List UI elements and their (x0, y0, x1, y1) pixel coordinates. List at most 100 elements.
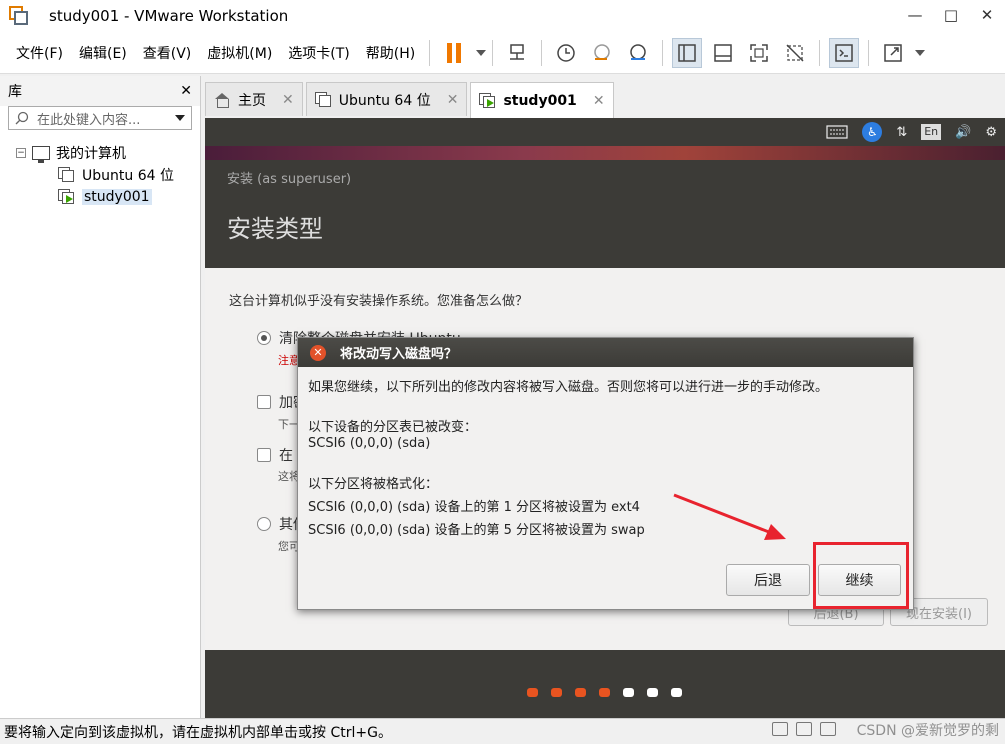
collapse-toggle[interactable]: − (16, 148, 26, 158)
checkbox-lvm[interactable] (257, 448, 271, 462)
language-indicator[interactable]: En (921, 124, 942, 140)
tab-study001-close-button[interactable]: ✕ (593, 93, 605, 109)
progress-dot-done (527, 688, 538, 697)
menu-tabs[interactable]: 选项卡(T) (280, 43, 357, 63)
chevron-down-icon[interactable] (915, 49, 926, 56)
partition-table-heading: 以下设备的分区表已被改变： (308, 420, 478, 435)
network-icon[interactable]: ⇅ (896, 125, 907, 140)
console-view-button[interactable] (829, 37, 860, 68)
settings-gear-icon[interactable]: ⚙ (985, 125, 997, 140)
checkbox-encrypt[interactable] (257, 395, 271, 409)
dialog-title: 将改动写入磁盘吗？ (340, 347, 458, 362)
progress-dots (527, 688, 682, 697)
tab-home-close-button[interactable]: ✕ (282, 92, 294, 108)
red-arrow-annotation (673, 493, 786, 540)
menu-view[interactable]: 查看(V) (135, 43, 200, 63)
progress-dot-done (575, 688, 586, 697)
toolbar-separator (819, 39, 821, 66)
progress-dot-done (551, 688, 562, 697)
dialog-back-button[interactable]: 后退 (726, 564, 810, 596)
format-heading: 以下分区将被格式化： (308, 477, 439, 492)
unity-mode-button[interactable] (780, 38, 810, 68)
watermark: CSDN @爱新觉罗的剩 (856, 723, 999, 739)
stretch-view-button[interactable] (878, 38, 908, 68)
radio-something-else[interactable] (257, 517, 271, 531)
dialog-close-button[interactable]: ✕ (310, 344, 326, 361)
tree-item-study001[interactable]: study001 (0, 186, 200, 208)
vm-icon (314, 91, 333, 108)
tree-item-my-computer[interactable]: − 我的计算机 (0, 142, 200, 164)
library-title: 库 (8, 84, 22, 100)
install-question: 这台计算机似乎没有安装操作系统。您准备怎么做？ (229, 294, 529, 309)
title-bar: study001 - VMware Workstation — □ ✕ (0, 0, 1005, 32)
library-search-input[interactable]: 在此处键入内容... (8, 106, 192, 130)
ubuntu-accent-strip (205, 146, 1005, 160)
toolbar-separator (492, 39, 494, 66)
snapshot-manager-icon (630, 43, 646, 60)
partition-table-device: SCSI6 (0,0,0) (sda) (308, 436, 431, 451)
clock-icon (557, 43, 575, 62)
toolbar-separator (868, 39, 870, 66)
window-title: study001 - VMware Workstation (49, 7, 289, 25)
full-screen-button[interactable] (744, 38, 774, 68)
tab-ubuntu-label: Ubuntu 64 位 (338, 92, 431, 109)
toolbar-separator (541, 39, 543, 66)
installer-heading: 安装类型 (227, 215, 323, 243)
menu-vm[interactable]: 虚拟机(M) (199, 43, 280, 63)
bottom-panel-icon (714, 43, 732, 62)
chevron-down-icon[interactable] (175, 115, 185, 121)
tab-home[interactable]: 主页 ✕ (205, 82, 303, 116)
volume-icon[interactable]: 🔊 (955, 125, 971, 140)
menu-file[interactable]: 文件(F) (8, 43, 71, 63)
keyboard-icon[interactable] (826, 125, 848, 139)
hard-disk-icon[interactable] (772, 722, 788, 736)
thumbnail-bar-button[interactable] (708, 38, 738, 68)
snapshot-manager-button[interactable] (623, 38, 653, 68)
toolbar-separator (429, 39, 431, 66)
radio-erase-disk[interactable] (257, 331, 271, 345)
snapshot-button[interactable] (551, 38, 581, 68)
library-panel: 库 ✕ 在此处键入内容... − 我的计算机 Ubuntu 64 位 study… (0, 76, 201, 718)
show-library-button[interactable] (672, 37, 703, 68)
format-line-2: SCSI6 (0,0,0) (sda) 设备上的第 5 分区将被设置为 swap (308, 523, 645, 538)
menu-edit[interactable]: 编辑(E) (71, 43, 135, 63)
library-header: 库 ✕ (0, 76, 200, 106)
chevron-down-icon[interactable] (476, 49, 487, 56)
tab-strip: 主页 ✕ Ubuntu 64 位 ✕ study001 ✕ (205, 82, 617, 118)
device-status-icons (772, 722, 836, 736)
vm-icon (58, 167, 76, 183)
pause-button[interactable] (439, 38, 469, 68)
network-adapter-icon[interactable] (820, 722, 836, 736)
tree-label-my-computer: 我的计算机 (56, 146, 126, 162)
tree-label-ubuntu-64: Ubuntu 64 位 (82, 168, 174, 184)
close-library-button[interactable]: ✕ (180, 83, 192, 99)
progress-dot-todo (647, 688, 658, 697)
close-window-button[interactable]: ✕ (969, 0, 1005, 32)
progress-dot-todo (623, 688, 634, 697)
revert-snapshot-button[interactable] (587, 38, 617, 68)
status-bar: 要将输入定向到该虚拟机，请在虚拟机内部单击或按 Ctrl+G。 (0, 718, 1005, 744)
installer-footer (205, 650, 1005, 718)
dialog-intro: 如果您继续，以下所列出的修改内容将被写入磁盘。否则您将可以进行进一步的手动修改。 (308, 380, 829, 395)
tab-ubuntu-close-button[interactable]: ✕ (447, 92, 459, 108)
window-controls: — □ ✕ (897, 0, 1005, 32)
installer-subtitle: 安装 (as superuser) (227, 172, 352, 187)
tree-item-ubuntu-64[interactable]: Ubuntu 64 位 (0, 164, 200, 186)
send-ctrl-alt-del-button[interactable] (502, 38, 532, 68)
tab-study001[interactable]: study001 ✕ (470, 82, 614, 118)
maximize-button[interactable]: □ (933, 0, 969, 32)
tab-ubuntu-64[interactable]: Ubuntu 64 位 ✕ (305, 82, 468, 116)
search-icon (15, 111, 29, 125)
toolbar-separator (662, 39, 664, 66)
cd-drive-icon[interactable] (796, 722, 812, 736)
minimize-button[interactable]: — (897, 0, 933, 32)
status-message: 要将输入定向到该虚拟机，请在虚拟机内部单击或按 Ctrl+G。 (4, 724, 392, 741)
progress-dot-done (599, 688, 610, 697)
menu-help[interactable]: 帮助(H) (358, 43, 423, 63)
tree-label-study001: study001 (82, 189, 152, 205)
accessibility-icon[interactable]: ♿ (862, 122, 883, 142)
vm-running-icon (58, 189, 76, 205)
vmware-logo-icon (9, 6, 29, 26)
computer-icon (32, 146, 50, 163)
tab-home-label: 主页 (238, 92, 266, 109)
